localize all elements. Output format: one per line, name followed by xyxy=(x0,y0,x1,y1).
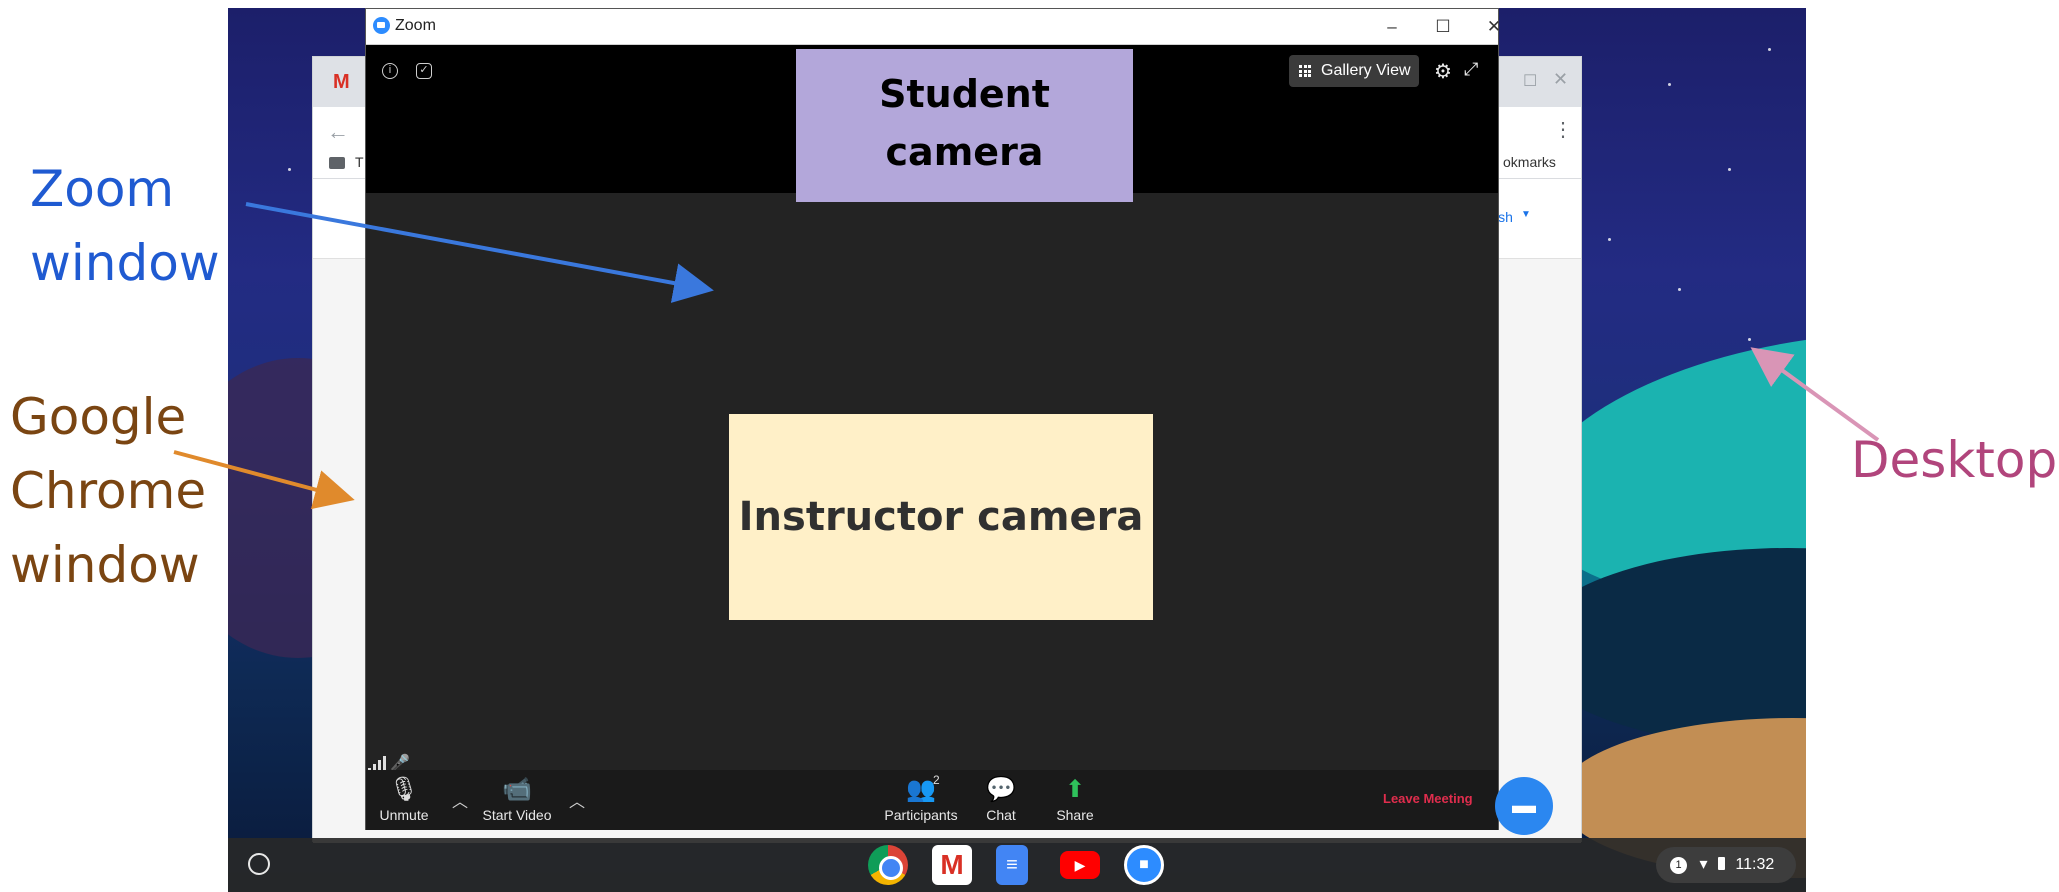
annotation-zoom-line1: Zoom window xyxy=(30,160,220,292)
annotation-zoom-window: Zoom window xyxy=(30,152,220,300)
participants-button[interactable]: 👥 2 Participants xyxy=(882,770,960,830)
security-shield-icon[interactable]: ✓ xyxy=(416,63,432,79)
status-tray[interactable]: 1 ▾ 11:32 xyxy=(1656,847,1796,883)
gallery-view-button[interactable]: Gallery View xyxy=(1289,55,1419,87)
chrome-icon[interactable] xyxy=(868,845,908,885)
start-video-label: Start Video xyxy=(482,807,552,823)
chrome-maximize-icon[interactable]: ☐ xyxy=(1523,71,1537,91)
annotation-chrome-window: Google Chrome window xyxy=(10,380,206,602)
instructor-camera-tile[interactable]: Instructor camera xyxy=(729,414,1153,620)
launcher-button[interactable] xyxy=(248,853,270,875)
zoom-icon[interactable]: ■ xyxy=(1124,845,1164,885)
gallery-view-label: Gallery View xyxy=(1321,62,1411,79)
bookmark-folder-icon[interactable] xyxy=(329,157,345,169)
close-button[interactable]: ✕ xyxy=(1476,15,1512,39)
participants-count: 2 xyxy=(933,773,940,787)
notification-badge: 1 xyxy=(1670,857,1687,874)
youtube-icon[interactable]: ▶ xyxy=(1060,851,1100,879)
zoom-window: Zoom – ☐ ✕ i ✓ Gallery View ⚙ ⤢ Student … xyxy=(365,8,1501,830)
share-label: Share xyxy=(1056,807,1094,823)
gmail-icon[interactable]: M xyxy=(932,845,972,885)
instructor-camera-label: Instructor camera xyxy=(738,494,1144,540)
gmail-tab-icon[interactable]: M xyxy=(333,71,350,94)
unmute-label: Unmute xyxy=(379,807,429,823)
video-options-chevron-up-icon[interactable]: ︿ xyxy=(569,788,585,812)
annotation-desktop: Desktop xyxy=(1851,423,2057,497)
chrome-close-icon[interactable]: ✕ xyxy=(1553,69,1568,90)
shelf: M ≡ ▶ ■ 1 ▾ 11:32 xyxy=(228,838,1806,892)
maximize-button[interactable]: ☐ xyxy=(1425,15,1461,39)
participants-label: Participants xyxy=(884,807,958,823)
menu-dots-icon[interactable]: ⋮ xyxy=(1553,117,1573,142)
meeting-info-icon[interactable]: i xyxy=(382,63,398,79)
chat-button[interactable]: 💬 Chat xyxy=(976,770,1026,830)
audio-options-chevron-up-icon[interactable]: ︿ xyxy=(452,788,468,812)
chat-label: Chat xyxy=(986,807,1016,823)
leave-meeting-button[interactable]: Leave Meeting xyxy=(1383,791,1473,806)
grid-icon xyxy=(1299,65,1311,77)
clock: 11:32 xyxy=(1735,856,1775,873)
muted-microphone-icon: 🎙 xyxy=(388,776,420,803)
unmute-button[interactable]: 🎙 Unmute xyxy=(372,770,436,830)
bookmark-folder-label[interactable]: T xyxy=(355,154,364,170)
participants-icon: 👥 xyxy=(906,776,936,803)
student-camera-label: Student camera xyxy=(879,72,1050,174)
chat-help-bubble-icon[interactable]: ▬ xyxy=(1495,777,1553,835)
share-screen-icon: ⬆ xyxy=(1064,776,1086,803)
wifi-icon: ▾ xyxy=(1699,856,1708,873)
back-arrow-icon[interactable]: ← xyxy=(327,119,349,145)
chevron-down-icon: ▼ xyxy=(1521,209,1531,220)
minimize-button[interactable]: – xyxy=(1374,15,1410,39)
student-camera-tile[interactable]: Student camera xyxy=(796,49,1133,202)
start-video-button[interactable]: 📹 Start Video xyxy=(478,770,556,830)
meeting-toolbar: 🎙 Unmute ︿ 📹 Start Video ︿ 👥 2 Participa… xyxy=(366,770,1498,830)
video-off-icon: 📹 xyxy=(502,776,532,803)
chat-bubble-icon: 💬 xyxy=(986,776,1016,803)
share-button[interactable]: ⬆ Share xyxy=(1050,770,1100,830)
docs-icon[interactable]: ≡ xyxy=(996,845,1028,885)
gear-icon[interactable]: ⚙ xyxy=(1434,59,1452,84)
annotation-chrome-line: Google Chrome window xyxy=(10,388,207,594)
annotation-desktop-label: Desktop xyxy=(1851,431,2058,489)
bookmarks-label[interactable]: okmarks xyxy=(1503,154,1556,170)
fullscreen-icon[interactable]: ⤢ xyxy=(1464,59,1478,80)
battery-icon xyxy=(1717,857,1725,870)
zoom-title-bar: Zoom – ☐ ✕ xyxy=(366,9,1501,45)
window-title: Zoom xyxy=(395,17,436,34)
zoom-logo-icon xyxy=(373,17,390,34)
